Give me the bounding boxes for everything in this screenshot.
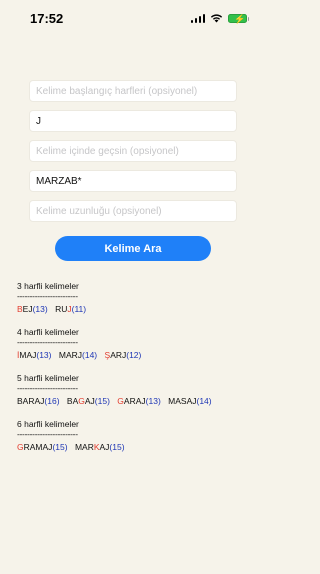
result-word[interactable]: MASAJ(14) [168,396,211,406]
word-letters: BARAJ [17,396,45,406]
result-group: 5 harfli kelimeler ---------------------… [17,373,247,407]
result-word[interactable]: GRAMAJ(15) [17,442,68,452]
result-word[interactable]: BAGAJ(15) [67,396,110,406]
cellular-signal-icon [190,13,205,23]
word-score: (13) [145,396,161,406]
word-letters: ARAJ [123,396,146,406]
word-blank-letter: G [17,442,24,452]
word-letters: MARJ [58,350,83,360]
word-score: (15) [94,396,110,406]
search-words-button[interactable]: Kelime Ara [55,236,211,261]
result-divider: ------------------------ [17,383,78,393]
word-score: (12) [126,350,142,360]
result-word[interactable]: İMAJ(13) [17,350,52,360]
word-letters: RAMAJ [23,442,53,452]
result-word[interactable]: MARKAJ(15) [75,442,125,452]
word-score: (11) [71,304,87,314]
word-letters: RU [55,304,68,314]
result-group: 3 harfli kelimeler ---------------------… [17,281,247,315]
result-words: BEJ(13) RUJ(11) [17,304,247,315]
result-divider: ------------------------ [17,429,78,439]
result-word[interactable]: BEJ(13) [17,304,48,314]
result-group: 6 harfli kelimeler ---------------------… [17,419,247,453]
result-word[interactable]: BARAJ(16) [17,396,60,406]
word-score: (14) [196,396,212,406]
word-score: (16) [44,396,60,406]
starting-letters-input[interactable] [29,80,237,102]
word-score: (13) [36,350,52,360]
status-icons: ⚡ [190,12,249,24]
result-group: 4 harfli kelimeler ---------------------… [17,327,247,361]
results-list: 3 harfli kelimeler ---------------------… [17,281,247,465]
word-length-input[interactable] [29,200,237,222]
word-blank-letter: G [117,396,124,406]
word-blank-letter: G [78,396,85,406]
available-letters-input[interactable] [29,170,237,192]
result-word[interactable]: RUJ(11) [55,304,86,314]
status-time: 17:52 [30,11,64,26]
word-letters: EJ [22,304,33,314]
word-letters: BA [66,396,79,406]
contains-letters-input[interactable] [29,140,237,162]
result-divider: ------------------------ [17,291,78,301]
word-score: (15) [109,442,125,452]
word-letters: MAR [74,442,94,452]
word-score: (13) [32,304,48,314]
word-score: (14) [82,350,98,360]
word-letters: MAJ [19,350,37,360]
result-words: BARAJ(16) BAGAJ(15) GARAJ(13) MASAJ(14) [17,396,247,407]
result-words: GRAMAJ(15) MARKAJ(15) [17,442,247,453]
battery-charging-icon: ⚡ [228,13,249,24]
word-letters: AJ [84,396,95,406]
word-letters: ARJ [110,350,127,360]
status-bar: 17:52 ⚡ [0,0,265,36]
result-word[interactable]: MARJ(14) [59,350,97,360]
ending-letters-input[interactable] [29,110,237,132]
word-letters: MASAJ [168,396,197,406]
result-divider: ------------------------ [17,337,78,347]
word-letters: AJ [99,442,110,452]
result-word[interactable]: GARAJ(13) [117,396,160,406]
result-words: İMAJ(13) MARJ(14) ŞARJ(12) [17,350,247,361]
result-word[interactable]: ŞARJ(12) [105,350,142,360]
wifi-icon [210,14,223,23]
word-score: (15) [52,442,68,452]
